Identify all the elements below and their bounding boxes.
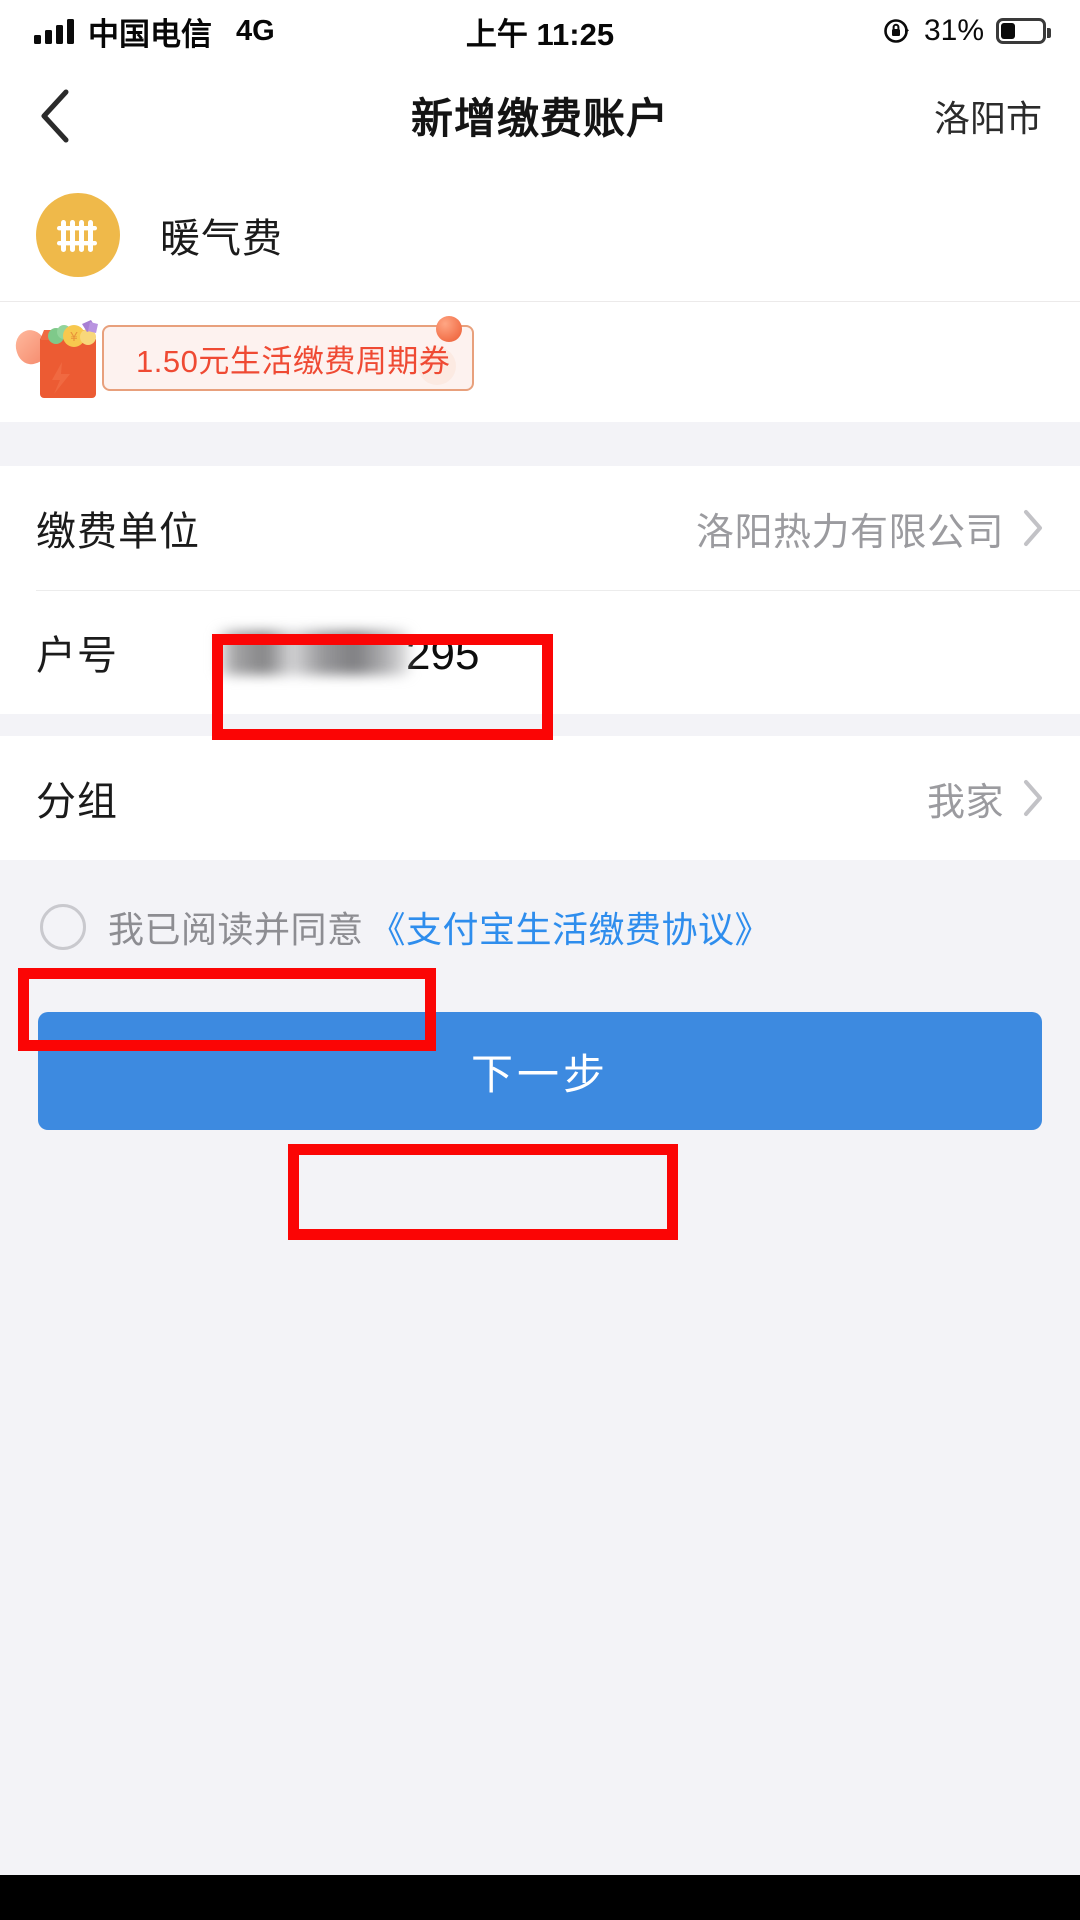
next-step-button[interactable]: 下一步: [38, 1012, 1042, 1130]
status-bar-left: 中国电信 4G: [34, 9, 275, 54]
radio-unchecked-icon[interactable]: [40, 904, 86, 950]
gift-bag-icon: ¥: [22, 314, 114, 402]
battery-percent-label: 31%: [923, 14, 984, 47]
service-name-label: 暖气费: [160, 217, 283, 261]
payment-form-card: 缴费单位 洛阳热力有限公司 户号 295: [0, 466, 1080, 714]
service-header: 暖气费: [0, 169, 1080, 302]
coupon-card[interactable]: 1.50元生活缴费周期券: [102, 316, 475, 391]
chevron-left-icon: [41, 89, 69, 142]
account-number-input[interactable]: 295: [214, 625, 1044, 680]
coupon-label: 1.50元生活缴费周期券: [136, 343, 451, 379]
carrier-label: 中国电信: [88, 16, 212, 52]
next-step-label: 下一步: [470, 1050, 609, 1098]
row-value-group: 我家: [926, 781, 1004, 824]
row-payment-company[interactable]: 缴费单位 洛阳热力有限公司: [0, 466, 1080, 590]
row-group[interactable]: 分组 我家: [0, 736, 1080, 860]
signal-strength-icon: [34, 18, 74, 44]
phone-screen: 中国电信 4G 上午 11:25 31% 新增缴费账户 洛阳市 暖气费 ¥ 1.…: [0, 0, 1080, 1920]
status-bar: 中国电信 4G 上午 11:25 31%: [0, 0, 1080, 62]
chevron-right-icon: [1024, 510, 1042, 546]
back-button[interactable]: [38, 86, 98, 146]
radiator-icon: [36, 193, 120, 277]
home-indicator-bar: [0, 1875, 1080, 1920]
row-label-group: 分组: [36, 780, 118, 824]
account-number-masked: [214, 630, 410, 675]
agreement-section: 我已阅读并同意 《支付宝生活缴费协议》: [0, 860, 1080, 964]
section-divider-1: [0, 422, 1080, 466]
agreement-row: 我已阅读并同意 《支付宝生活缴费协议》: [0, 890, 1080, 964]
page-title: 新增缴费账户: [410, 95, 669, 142]
rotation-lock-icon: [884, 19, 909, 43]
coupon-row[interactable]: ¥ 1.50元生活缴费周期券: [22, 314, 475, 402]
row-label-payment-company: 缴费单位: [36, 510, 200, 554]
row-label-account-number: 户号: [36, 634, 118, 678]
status-bar-right: 31%: [882, 14, 1051, 48]
coupon-banner: ¥ 1.50元生活缴费周期券: [0, 302, 1080, 422]
section-divider-2: [0, 714, 1080, 736]
city-selector[interactable]: 洛阳市: [934, 90, 1042, 142]
svg-text:¥: ¥: [69, 329, 78, 344]
row-account-number[interactable]: 户号 295: [0, 590, 1080, 714]
network-type-label: 4G: [236, 14, 275, 47]
account-number-visible: 295: [406, 629, 480, 679]
empty-content-area: [0, 1130, 1080, 1710]
agreement-link[interactable]: 《支付宝生活缴费协议》: [370, 901, 772, 953]
agreement-text: 我已阅读并同意: [108, 909, 364, 950]
row-value-payment-company: 洛阳热力有限公司: [695, 511, 1004, 554]
primary-action-section: 下一步: [0, 964, 1080, 1130]
battery-icon: [996, 18, 1051, 44]
group-form-card: 分组 我家: [0, 736, 1080, 860]
navigation-bar: 新增缴费账户 洛阳市: [0, 62, 1080, 169]
chevron-right-icon: [1024, 780, 1042, 816]
